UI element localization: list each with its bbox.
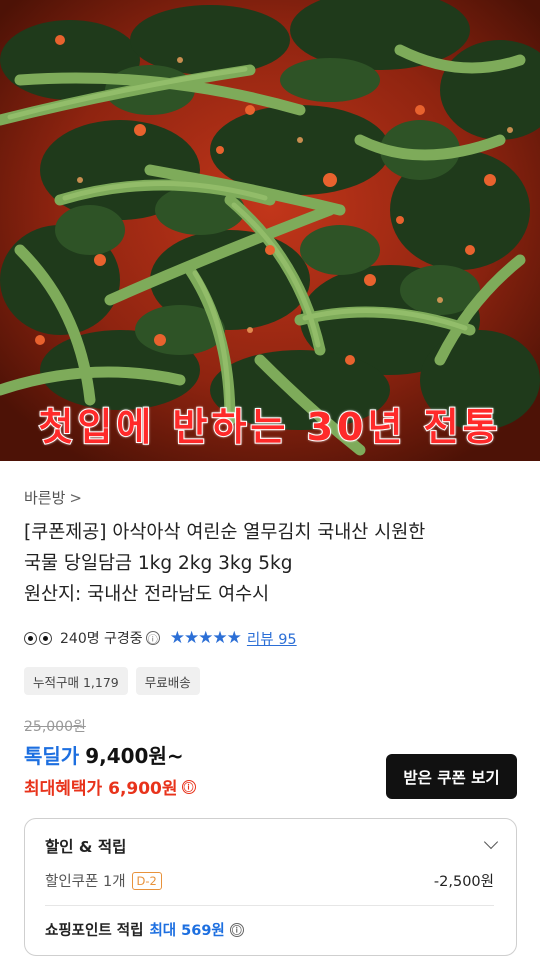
info-icon[interactable]: ⓘ bbox=[229, 922, 244, 937]
max-benefit-price: 최대혜택가 6,900원 bbox=[24, 779, 178, 799]
coupon-label: 할인쿠폰 1개 bbox=[45, 874, 126, 890]
points-label: 쇼핑포인트 적립 bbox=[45, 923, 144, 939]
divider bbox=[45, 905, 494, 906]
title-line: 국물 당일담금 1kg 2kg 3kg 5kg bbox=[24, 553, 293, 574]
product-tags: 누적구매 1,179 무료배송 bbox=[24, 667, 200, 695]
coupon-row: 할인쿠폰 1개 D-2 -2,500원 bbox=[45, 870, 494, 891]
product-meta: 240명 구경중 ⓘ ★★★★★ 리뷰 95 bbox=[24, 627, 297, 649]
viewer-count: 240명 구경중 bbox=[60, 631, 143, 647]
tag-chip-shipping: 무료배송 bbox=[135, 667, 200, 695]
title-line: [쿠폰제공] 아삭아삭 여린순 열무김치 국내산 시원한 bbox=[24, 522, 426, 543]
review-link[interactable]: 리뷰 95 bbox=[247, 628, 297, 649]
deal-price: 9,400원~ bbox=[85, 744, 184, 768]
benefits-card[interactable]: 할인 & 적립 할인쿠폰 1개 D-2 -2,500원 쇼핑포인트 적립 최대 … bbox=[24, 818, 517, 956]
original-price: 25,000원 bbox=[24, 719, 86, 735]
max-benefit-price-row: 최대혜택가 6,900원 ⓘ bbox=[24, 774, 196, 799]
points-value: 최대 569원 bbox=[149, 923, 225, 939]
title-line: 원산지: 국내산 전라남도 여수시 bbox=[24, 584, 270, 605]
store-link[interactable]: 바른방 > bbox=[24, 487, 82, 508]
points-row: 쇼핑포인트 적립 최대 569원 ⓘ bbox=[45, 919, 244, 940]
product-title: [쿠폰제공] 아삭아삭 여린순 열무김치 국내산 시원한 국물 당일담금 1kg… bbox=[24, 517, 524, 610]
tag-chip-purchases: 누적구매 1,179 bbox=[24, 667, 128, 695]
eyes-icon bbox=[24, 631, 52, 645]
coupon-amount: -2,500원 bbox=[433, 874, 494, 890]
hero-caption: 첫입에 반하는 30년 전통 bbox=[37, 404, 502, 450]
view-coupons-button[interactable]: 받은 쿠폰 보기 bbox=[386, 754, 517, 799]
chevron-down-icon[interactable] bbox=[483, 834, 499, 850]
deal-label: 톡딜가 bbox=[24, 744, 80, 768]
store-name: 바른방 bbox=[24, 489, 66, 507]
chevron-right-icon: > bbox=[69, 489, 82, 507]
benefits-title: 할인 & 적립 bbox=[45, 838, 127, 856]
kimchi-photo bbox=[0, 0, 540, 461]
deadline-badge: D-2 bbox=[131, 871, 162, 890]
info-icon[interactable]: ⓘ bbox=[145, 631, 160, 646]
info-icon[interactable]: ⓘ bbox=[181, 779, 196, 794]
rating-stars: ★★★★★ bbox=[169, 628, 242, 648]
deal-price-row: 톡딜가 9,400원~ bbox=[24, 740, 184, 769]
product-hero-image[interactable]: 첫입에 반하는 30년 전통 bbox=[0, 0, 540, 461]
